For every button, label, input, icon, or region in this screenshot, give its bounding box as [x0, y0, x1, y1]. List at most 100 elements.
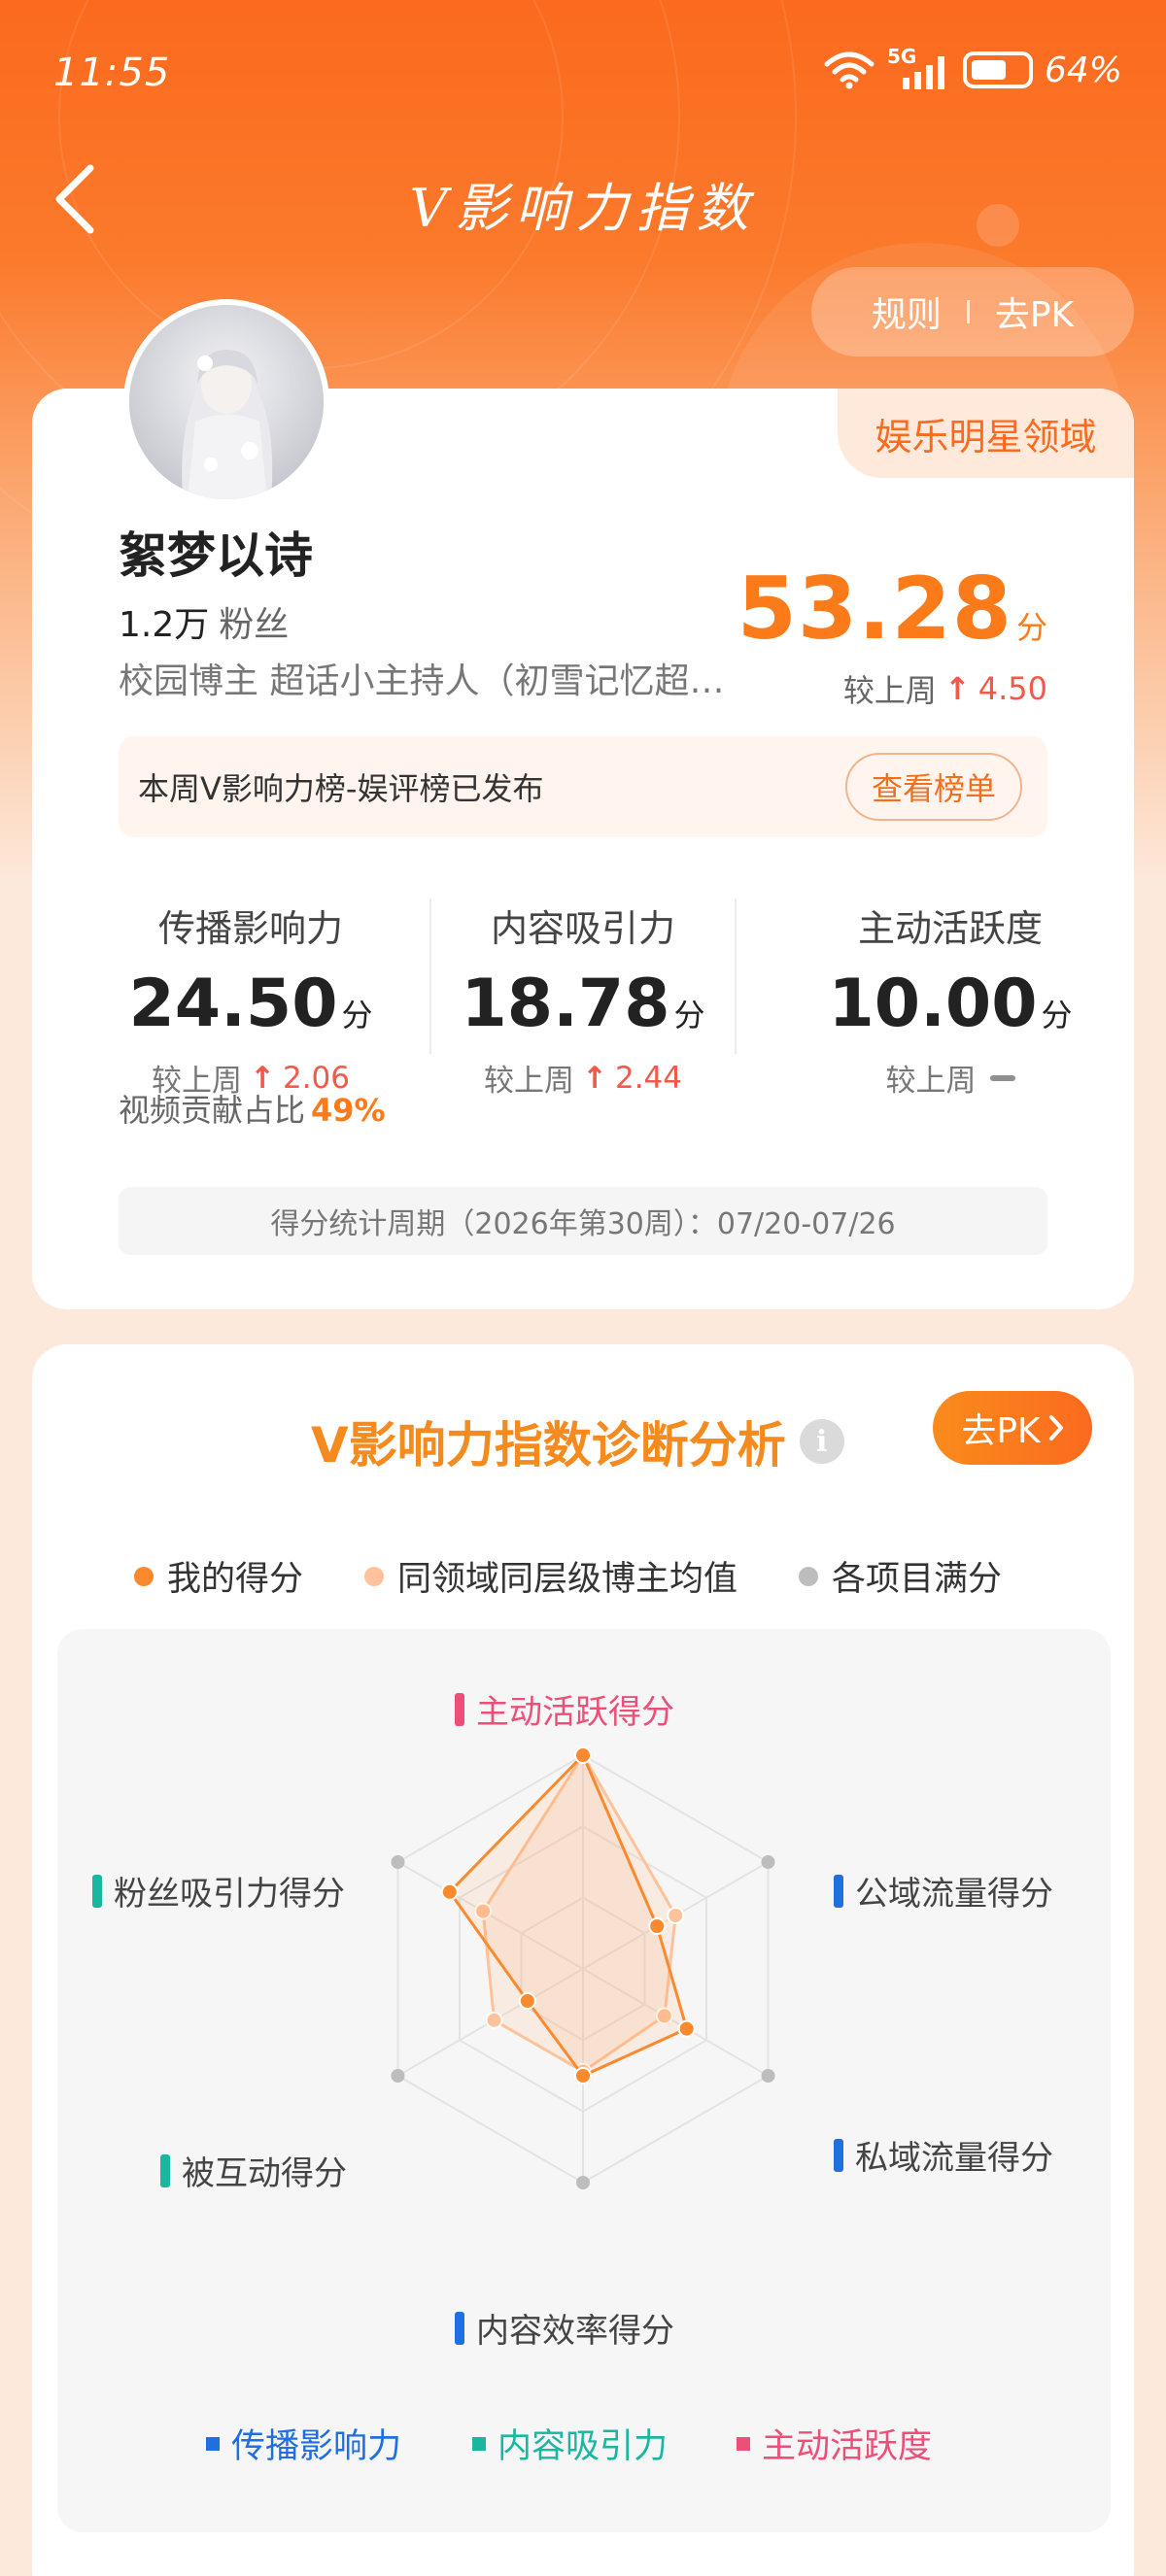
view-ranking-button[interactable]: 查看榜单	[845, 753, 1022, 821]
radar-point-my-score	[574, 2067, 592, 2085]
metric-unit: 分	[1041, 997, 1073, 1034]
metric-unit: 分	[341, 997, 373, 1034]
metric-value: 18.78	[461, 966, 670, 1042]
metric-change-value: 2.44	[614, 1060, 682, 1096]
radar-point-average	[667, 1907, 685, 1924]
analysis-header: V影响力指数诊断分析 i	[311, 1407, 844, 1476]
category-color-square	[737, 2436, 750, 2451]
metric-label: 传播影响力	[157, 907, 343, 950]
legend-item-my-score: 我的得分	[134, 1551, 303, 1601]
metric-activity[interactable]: 主动活跃度 10.00 分 较上周	[795, 898, 1106, 1100]
legend-label: 各项目满分	[832, 1560, 1003, 1599]
radar-point-full-score	[761, 1855, 775, 1869]
axis-label-interaction: 被互动得分	[160, 2147, 347, 2194]
radar-point-my-score	[677, 2019, 696, 2038]
fans-number: 1.2万	[119, 605, 210, 645]
category-legend-activity: 主动活跃度	[737, 2419, 932, 2468]
radar-point-full-score	[391, 1855, 405, 1869]
axis-label-content-efficiency: 内容效率得分	[455, 2304, 674, 2352]
category-legend-spread: 传播影响力	[206, 2419, 401, 2468]
pk-link-button[interactable]: 去PK	[995, 287, 1074, 337]
score-unit: 分	[1015, 609, 1047, 646]
radar-point-my-score	[518, 1992, 536, 2010]
week-change-label: 较上周	[842, 672, 937, 709]
arrow-up-icon: ↑	[943, 670, 971, 707]
chevron-right-icon	[1048, 1415, 1063, 1441]
header-actions: 规则 去PK	[811, 267, 1134, 356]
category-color-square	[472, 2436, 486, 2451]
axis-label-public-traffic: 公域流量得分	[834, 1867, 1053, 1915]
legend-dot	[134, 1566, 154, 1586]
battery-icon	[962, 51, 1033, 88]
divider	[735, 898, 737, 1054]
metric-content[interactable]: 内容吸引力 18.78 分 较上周 ↑ 2.44	[428, 898, 738, 1100]
legend-item-full-score: 各项目满分	[799, 1551, 1002, 1601]
fans-count: 1.2万 粉丝	[119, 596, 289, 647]
flat-trend-icon	[989, 1074, 1015, 1081]
analysis-title: V影响力指数诊断分析	[311, 1417, 786, 1474]
axis-color-marker	[92, 1874, 102, 1908]
radar-point-full-score	[761, 2069, 775, 2083]
total-score: 53.28 分	[737, 559, 1047, 659]
axis-label-text: 私域流量得分	[855, 2139, 1053, 2178]
status-bar: 11:55 5G 64%	[0, 0, 1166, 126]
battery-percent: 64%	[1044, 50, 1122, 90]
go-pk-button[interactable]: 去PK	[933, 1391, 1092, 1465]
category-color-square	[206, 2436, 220, 2451]
axis-color-marker	[160, 2153, 170, 2187]
radar-point-my-score	[648, 1917, 667, 1935]
legend-item-average: 同领域同层级博主均值	[364, 1551, 737, 1601]
category-legend-content: 内容吸引力	[472, 2419, 668, 2468]
info-icon[interactable]: i	[799, 1419, 844, 1464]
week-change-value: 4.50	[977, 670, 1047, 707]
axis-label-text: 被互动得分	[182, 2154, 347, 2193]
legend-label: 我的得分	[167, 1560, 304, 1599]
axis-label-private-traffic: 私域流量得分	[834, 2131, 1053, 2179]
wifi-icon	[824, 51, 874, 89]
category-label: 主动活跃度	[762, 2427, 933, 2466]
axis-color-marker	[834, 2138, 843, 2172]
domain-tag: 娱乐明星领域	[838, 389, 1134, 478]
metric-change-label: 较上周	[885, 1064, 977, 1099]
radar-point-average	[485, 2011, 503, 2029]
radar-chart	[391, 1746, 775, 2189]
total-score-value: 53.28	[737, 559, 1012, 659]
user-name: 絮梦以诗	[119, 527, 313, 584]
metric-value: 24.50	[128, 966, 338, 1042]
metric-label: 主动活跃度	[857, 907, 1043, 950]
score-period: 得分统计周期（2026年第30周）：07/20-07/26	[119, 1187, 1047, 1255]
video-ratio: 视频贡献占比 49%	[119, 1086, 386, 1131]
metric-change-label: 较上周	[483, 1064, 574, 1099]
fans-label: 粉丝	[219, 605, 290, 645]
axis-label-text: 公域流量得分	[855, 1875, 1053, 1914]
total-week-change: 较上周 ↑ 4.50	[843, 666, 1047, 711]
category-label: 传播影响力	[231, 2427, 402, 2466]
metric-label: 内容吸引力	[490, 907, 675, 950]
category-label: 内容吸引力	[497, 2427, 669, 2466]
go-pk-label: 去PK	[961, 1411, 1041, 1451]
notice-text: 本周V影响力榜-娱评榜已发布	[138, 770, 544, 807]
metric-spread[interactable]: 传播影响力 24.50 分 较上周 ↑ 2.06	[95, 898, 406, 1100]
ranking-notice: 本周V影响力榜-娱评榜已发布 查看榜单	[119, 736, 1047, 837]
radar-point-my-score	[574, 1746, 592, 1764]
axis-color-marker	[455, 2311, 464, 2345]
radar-series-my-score	[448, 1753, 689, 2078]
axis-label-fan-attraction: 粉丝吸引力得分	[92, 1867, 345, 1915]
radar-point-full-score	[576, 2176, 590, 2189]
status-time: 11:55	[53, 51, 171, 95]
legend-dot	[364, 1566, 384, 1586]
page-title: V影响力指数	[409, 178, 757, 239]
axis-color-marker	[455, 1692, 464, 1726]
legend-dot	[799, 1566, 818, 1586]
axis-color-marker	[834, 1874, 843, 1908]
signal-icon: 5G	[887, 45, 951, 91]
radar-point-my-score	[440, 1882, 459, 1901]
divider	[966, 300, 970, 323]
legend-label: 同领域同层级博主均值	[397, 1560, 738, 1599]
radar-point-full-score	[391, 2069, 405, 2083]
user-description: 校园博主 超话小主持人（初雪记忆超话）	[119, 661, 755, 701]
axis-label-text: 粉丝吸引力得分	[114, 1875, 345, 1914]
avatar[interactable]	[123, 299, 329, 505]
rules-button[interactable]: 规则	[872, 287, 942, 337]
metric-unit: 分	[673, 997, 705, 1034]
